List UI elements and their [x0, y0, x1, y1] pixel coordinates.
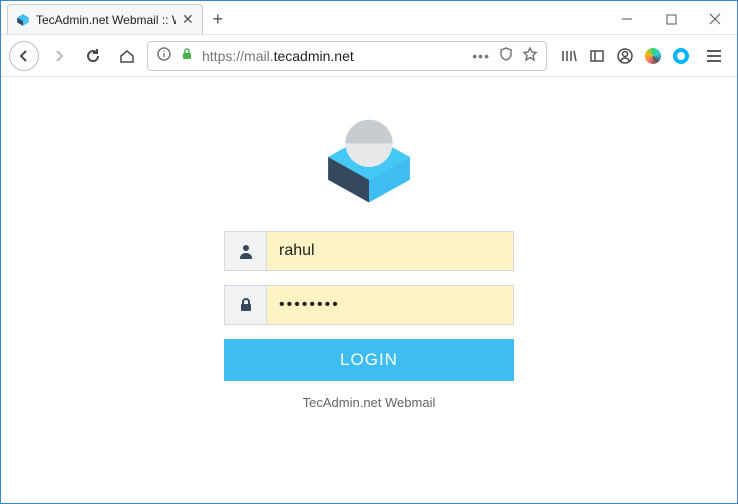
url-text: https://mail.tecadmin.net: [202, 48, 464, 64]
close-tab-icon[interactable]: ✕: [182, 11, 194, 28]
forward-button[interactable]: [45, 42, 73, 70]
lock-field-icon: [224, 285, 266, 325]
back-button[interactable]: [9, 41, 39, 71]
address-bar[interactable]: https://mail.tecadmin.net •••: [147, 41, 547, 71]
home-button[interactable]: [113, 42, 141, 70]
browser-toolbar: https://mail.tecadmin.net •••: [1, 35, 737, 77]
window-titlebar: TecAdmin.net Webmail :: Welc ✕ +: [1, 1, 737, 35]
page-actions-icon[interactable]: •••: [472, 48, 490, 64]
account-icon[interactable]: [615, 46, 635, 66]
extension-b-icon[interactable]: [671, 46, 691, 66]
reload-button[interactable]: [79, 42, 107, 70]
library-icon[interactable]: [559, 46, 579, 66]
site-info-icon[interactable]: [156, 46, 172, 65]
login-footer-text: TecAdmin.net Webmail: [303, 395, 436, 410]
close-window-button[interactable]: [693, 4, 737, 34]
browser-tab[interactable]: TecAdmin.net Webmail :: Welc ✕: [7, 4, 203, 34]
new-tab-button[interactable]: +: [203, 4, 233, 34]
login-form: LOGIN TecAdmin.net Webmail: [224, 107, 514, 410]
bookmark-star-icon[interactable]: [522, 46, 538, 65]
roundcube-logo-icon: [314, 107, 424, 207]
username-input[interactable]: [266, 231, 514, 271]
page-content: LOGIN TecAdmin.net Webmail: [1, 77, 737, 503]
lock-icon: [180, 47, 194, 64]
extension-a-icon[interactable]: [643, 46, 663, 66]
window-controls: [605, 4, 737, 34]
password-row: [224, 285, 514, 325]
sidebar-icon[interactable]: [587, 46, 607, 66]
roundcube-favicon-icon: [16, 13, 30, 27]
username-row: [224, 231, 514, 271]
tab-title: TecAdmin.net Webmail :: Welc: [36, 13, 176, 27]
login-button[interactable]: LOGIN: [224, 339, 514, 381]
minimize-button[interactable]: [605, 4, 649, 34]
toolbar-right-icons: [559, 46, 729, 66]
user-icon: [224, 231, 266, 271]
password-input[interactable]: [266, 285, 514, 325]
maximize-button[interactable]: [649, 4, 693, 34]
reader-shield-icon[interactable]: [498, 46, 514, 65]
menu-button[interactable]: [699, 47, 729, 65]
